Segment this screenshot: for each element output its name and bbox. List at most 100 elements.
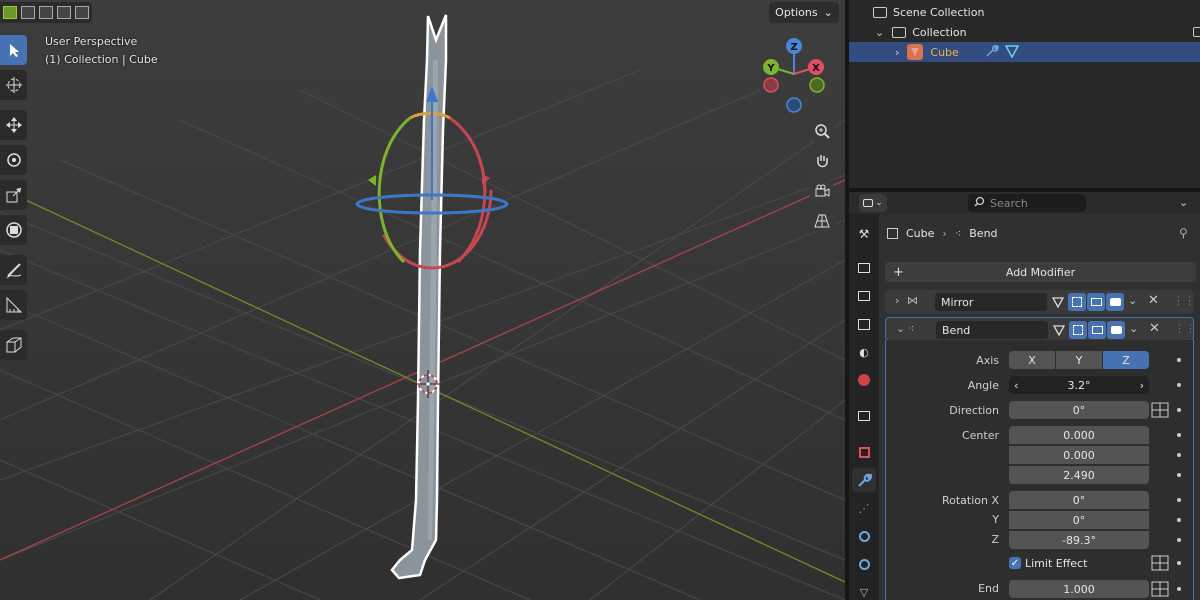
drag-handle-icon[interactable]: ⋮⋮ bbox=[1174, 322, 1196, 335]
chevron-down-icon[interactable]: ⌄ bbox=[1128, 294, 1137, 307]
keyframe-dot[interactable] bbox=[1177, 518, 1181, 522]
search-input[interactable]: Search bbox=[968, 194, 1086, 212]
keyframe-dot[interactable] bbox=[1177, 473, 1181, 477]
edit-mode-icon bbox=[1072, 297, 1082, 307]
tab-modifiers[interactable] bbox=[852, 468, 876, 492]
realtime-toggle[interactable] bbox=[1087, 293, 1105, 311]
checkbox-icon[interactable] bbox=[1193, 27, 1200, 37]
keyframe-dot[interactable] bbox=[1177, 433, 1181, 437]
axis-y-button[interactable]: Y bbox=[1056, 351, 1102, 369]
mode-difference-icon[interactable] bbox=[57, 6, 71, 19]
rotation-y-field[interactable]: 0° bbox=[1009, 511, 1149, 529]
vertex-group-icon[interactable] bbox=[1151, 402, 1169, 418]
close-icon[interactable]: ✕ bbox=[1149, 321, 1160, 336]
vertex-group-icon[interactable] bbox=[1151, 555, 1169, 571]
edit-cage-toggle[interactable] bbox=[1050, 321, 1068, 339]
select-box-tool[interactable] bbox=[0, 35, 27, 65]
cursor-tool[interactable] bbox=[0, 70, 27, 100]
tab-scene[interactable]: ◐ bbox=[852, 340, 876, 364]
realtime-toggle[interactable] bbox=[1088, 321, 1106, 339]
outliner-collection[interactable]: ⌄ Collection bbox=[849, 22, 1200, 42]
center-x-field[interactable]: 0.000 bbox=[1009, 426, 1149, 444]
center-z-field[interactable]: 2.490 bbox=[1009, 466, 1149, 484]
tab-collection[interactable] bbox=[852, 404, 876, 428]
tab-data[interactable]: ▽ bbox=[852, 580, 876, 600]
close-icon[interactable]: ✕ bbox=[1148, 293, 1159, 308]
tab-tool[interactable]: ⚒ bbox=[852, 222, 876, 246]
chevron-down-icon: ⌄ bbox=[875, 198, 883, 208]
annotate-tool[interactable] bbox=[0, 255, 27, 285]
edit-mode-toggle[interactable] bbox=[1068, 293, 1086, 311]
mode-extend-icon[interactable] bbox=[21, 6, 35, 19]
mode-subtract-icon[interactable] bbox=[39, 6, 53, 19]
keyframe-dot[interactable] bbox=[1177, 538, 1181, 542]
keyframe-dot[interactable] bbox=[1177, 358, 1181, 362]
render-toggle[interactable] bbox=[1107, 321, 1125, 339]
mode-new-icon[interactable] bbox=[3, 6, 17, 19]
chevron-left-icon[interactable]: ‹ bbox=[1014, 379, 1018, 392]
3d-viewport[interactable]: Z X Y User Perspective (1) Collection | … bbox=[0, 0, 845, 600]
outliner[interactable]: Scene Collection ⌄ Collection › Cube bbox=[849, 0, 1200, 188]
move-tool[interactable] bbox=[0, 110, 27, 140]
tab-particles[interactable]: ⋰ bbox=[852, 496, 876, 520]
chevron-right-icon[interactable]: › bbox=[895, 294, 899, 307]
keyframe-dot[interactable] bbox=[1177, 498, 1181, 502]
direction-field[interactable]: 0° bbox=[1009, 401, 1149, 419]
outliner-object-cube[interactable]: › Cube bbox=[849, 42, 1200, 62]
add-modifier-button[interactable]: + Add Modifier bbox=[885, 262, 1196, 282]
selection-mode-buttons[interactable] bbox=[0, 2, 92, 23]
bend-modifier-header[interactable]: ⌄ ⁖ Bend ⌄ ✕ ⋮⋮ bbox=[885, 317, 1196, 341]
camera-view-button[interactable] bbox=[809, 178, 835, 204]
end-field[interactable]: 1.000 bbox=[1009, 580, 1149, 598]
tab-constraints[interactable] bbox=[852, 552, 876, 576]
measure-tool[interactable] bbox=[0, 290, 27, 320]
edit-mode-toggle[interactable] bbox=[1069, 321, 1087, 339]
keyframe-dot[interactable] bbox=[1177, 587, 1181, 591]
bend-name-field[interactable]: Bend bbox=[936, 321, 1048, 339]
editor-type-button[interactable]: ⌄ bbox=[859, 194, 887, 212]
chevron-right-icon[interactable]: › bbox=[1140, 379, 1144, 392]
keyframe-dot[interactable] bbox=[1177, 383, 1181, 387]
drag-handle-icon[interactable]: ⋮⋮ bbox=[1173, 294, 1195, 307]
mirror-modifier-header[interactable]: › ⋈ Mirror ⌄ ✕ ⋮⋮ bbox=[885, 290, 1195, 314]
bent-object[interactable] bbox=[390, 14, 448, 580]
keyframe-dot[interactable] bbox=[1177, 408, 1181, 412]
tab-view-layer[interactable] bbox=[852, 312, 876, 336]
rotation-z-field[interactable]: -89.3° bbox=[1009, 531, 1149, 549]
tab-render[interactable] bbox=[852, 256, 876, 280]
breadcrumb: Cube › ⁖ Bend bbox=[887, 227, 998, 240]
limit-effect-checkbox[interactable]: ✓ bbox=[1009, 557, 1021, 569]
edit-cage-toggle[interactable] bbox=[1049, 293, 1067, 311]
chevron-down-icon[interactable]: ⌄ bbox=[896, 322, 905, 335]
properties-editor[interactable]: ⌄ Search ⌄ ⚒ ◐ ⋰ ▽ Cube › ⁖ Bend ⚲ + Add… bbox=[849, 192, 1200, 600]
center-y-field[interactable]: 0.000 bbox=[1009, 446, 1149, 464]
outliner-scene-collection[interactable]: Scene Collection bbox=[849, 2, 1200, 22]
mode-intersect-icon[interactable] bbox=[75, 6, 89, 19]
keyframe-dot[interactable] bbox=[1177, 453, 1181, 457]
rotate-tool[interactable] bbox=[0, 145, 27, 175]
add-cube-tool[interactable] bbox=[0, 330, 27, 360]
tab-output[interactable] bbox=[852, 284, 876, 308]
rotation-x-field[interactable]: 0° bbox=[1009, 491, 1149, 509]
keyframe-dot[interactable] bbox=[1177, 561, 1181, 565]
zoom-button[interactable] bbox=[809, 118, 835, 144]
tab-object[interactable] bbox=[852, 440, 876, 464]
transform-tool[interactable] bbox=[0, 215, 27, 245]
vertex-group-icon[interactable] bbox=[1151, 581, 1169, 597]
scale-tool[interactable] bbox=[0, 180, 27, 210]
angle-field[interactable]: ‹ 3.2° › bbox=[1009, 376, 1149, 394]
axis-x-button[interactable]: X bbox=[1009, 351, 1055, 369]
options-dropdown[interactable]: Options ⌄ bbox=[769, 2, 839, 23]
axis-z-button[interactable]: Z bbox=[1103, 351, 1149, 369]
tab-world[interactable] bbox=[852, 368, 876, 392]
render-toggle[interactable] bbox=[1106, 293, 1124, 311]
tab-physics[interactable] bbox=[852, 524, 876, 548]
perspective-toggle-button[interactable] bbox=[809, 208, 835, 234]
chevron-down-icon[interactable]: ⌄ bbox=[1129, 322, 1138, 335]
chevron-down-icon[interactable]: ⌄ bbox=[1179, 196, 1188, 209]
navigation-gizmo[interactable]: Z X Y bbox=[763, 38, 825, 113]
viewport-scene[interactable]: Z X Y bbox=[0, 0, 845, 600]
pin-icon[interactable]: ⚲ bbox=[1179, 226, 1188, 240]
pan-button[interactable] bbox=[809, 148, 835, 174]
mirror-name-field[interactable]: Mirror bbox=[935, 293, 1047, 311]
